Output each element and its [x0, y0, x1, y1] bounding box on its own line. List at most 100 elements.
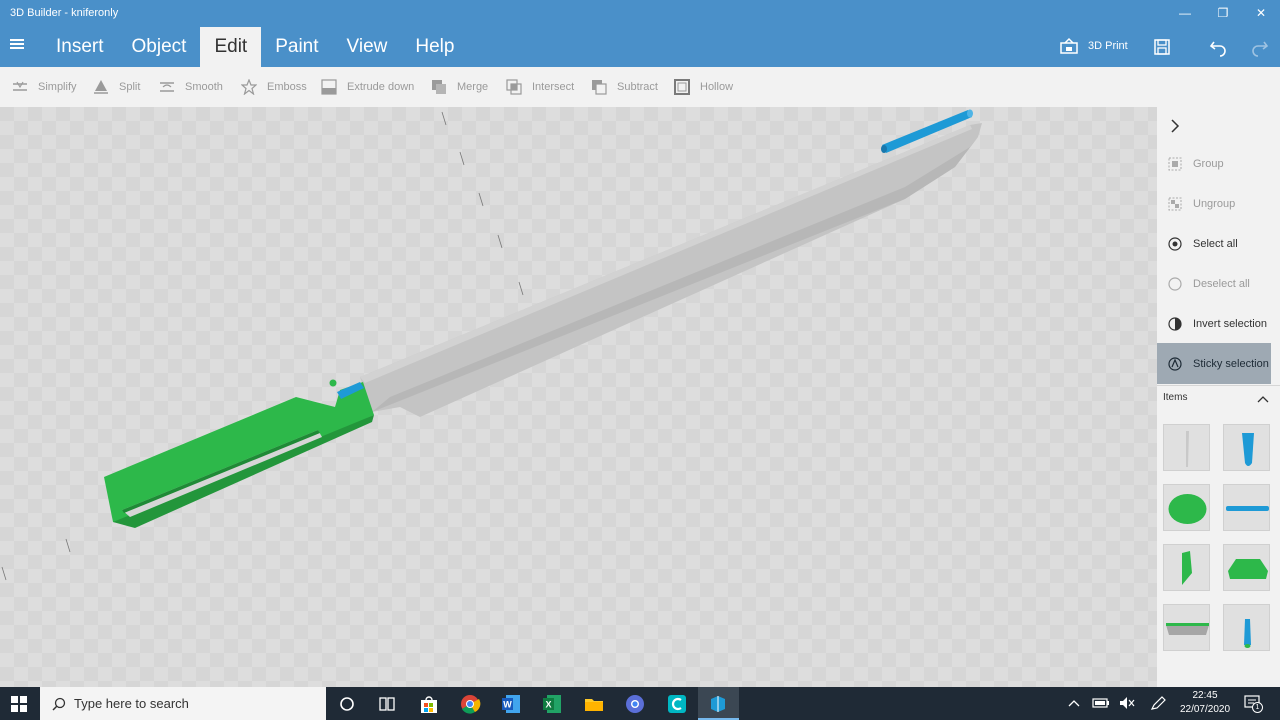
blade-thumb-icon [1186, 431, 1189, 467]
main-menu: Insert Object Edit Paint View Help [42, 27, 468, 67]
menu-insert[interactable]: Insert [42, 27, 118, 67]
select-all-icon [1168, 237, 1182, 251]
taskbar-search-box[interactable]: Type here to search [40, 687, 326, 720]
task-view-icon[interactable] [376, 693, 398, 715]
windows-taskbar: Type here to search W X 22:45 22/07/2020… [0, 687, 1280, 720]
svg-text:W: W [503, 700, 512, 710]
merge-button[interactable]: Merge [431, 79, 488, 95]
deselect-all-button[interactable]: Deselect all [1157, 264, 1280, 304]
smooth-label: Smooth [185, 81, 223, 93]
subtract-label: Subtract [617, 81, 658, 93]
group-icon [1168, 157, 1182, 171]
blue-cap-thumb-icon [1242, 433, 1254, 466]
chrome-profile-icon[interactable] [624, 693, 646, 715]
items-heading: Items [1163, 392, 1188, 403]
3d-viewport[interactable] [0, 107, 1157, 687]
search-icon [52, 697, 66, 711]
menu-help[interactable]: Help [401, 27, 468, 67]
select-all-label: Select all [1193, 238, 1238, 250]
simplify-icon [13, 81, 27, 91]
menu-paint[interactable]: Paint [261, 27, 332, 67]
select-all-button[interactable]: Select all [1157, 224, 1280, 264]
excel-icon[interactable]: X [541, 693, 563, 715]
deselect-all-icon [1168, 277, 1182, 291]
item-thumbnail-green-block[interactable] [1223, 544, 1270, 591]
undo-icon[interactable] [1208, 37, 1228, 57]
microsoft-store-icon[interactable] [418, 693, 440, 715]
save-icon[interactable] [1152, 37, 1172, 57]
menu-view[interactable]: View [333, 27, 402, 67]
emboss-label: Emboss [267, 81, 307, 93]
3d-print-label: 3D Print [1088, 40, 1128, 52]
item-thumbnail-blue-cap[interactable] [1223, 424, 1270, 471]
emboss-button[interactable]: Emboss [241, 79, 307, 95]
extrude-down-button[interactable]: Extrude down [321, 79, 414, 95]
printer-3d-icon [1060, 37, 1078, 54]
sticky-selection-label: Sticky selection [1193, 357, 1269, 370]
smooth-icon [160, 82, 174, 92]
maximize-button[interactable]: ❐ [1204, 0, 1242, 27]
extrude-down-label: Extrude down [347, 81, 415, 93]
window-title: 3D Builder - kniferonly [10, 7, 119, 19]
group-label: Group [1193, 158, 1224, 170]
ungroup-button[interactable]: Ungroup [1157, 184, 1280, 224]
item-thumbnail-blade[interactable] [1163, 424, 1210, 471]
system-clock[interactable]: 22:45 22/07/2020 [1172, 689, 1238, 717]
pen-workspace-icon[interactable] [1150, 696, 1166, 710]
action-center-button[interactable]: 1 [1244, 695, 1263, 713]
ungroup-label: Ungroup [1193, 198, 1236, 210]
intersect-label: Intersect [532, 81, 575, 93]
sticky-selection-button[interactable]: Sticky selection [1157, 343, 1271, 384]
simplify-button[interactable]: Simplify [12, 79, 77, 95]
green-handle-model[interactable] [104, 382, 374, 528]
group-button[interactable]: Group [1157, 144, 1280, 184]
deselect-all-label: Deselect all [1193, 278, 1250, 290]
item-thumbnail-blue-rod[interactable] [1223, 484, 1270, 531]
clock-time: 22:45 [1192, 690, 1218, 701]
split-button[interactable]: Split [93, 79, 140, 95]
star-icon [241, 79, 257, 95]
smooth-button[interactable]: Smooth [159, 79, 223, 95]
close-button[interactable]: ✕ [1242, 0, 1280, 27]
3d-print-button[interactable]: 3D Print [1060, 37, 1128, 55]
redo-icon[interactable] [1250, 37, 1270, 57]
hollow-label: Hollow [700, 81, 734, 93]
volume-muted-icon[interactable] [1119, 696, 1135, 710]
cortana-icon[interactable] [336, 693, 358, 715]
intersect-button[interactable]: Intersect [506, 79, 574, 95]
hollow-button[interactable]: Hollow [674, 79, 733, 95]
blade-model[interactable] [360, 123, 982, 417]
blue-rod-thumb-icon [1226, 506, 1269, 511]
invert-selection-icon [1168, 317, 1182, 331]
scene [1, 109, 982, 581]
battery-icon[interactable] [1092, 697, 1110, 709]
hamburger-menu-icon[interactable] [8, 37, 28, 57]
windows-start-icon[interactable] [11, 696, 27, 712]
item-thumbnail-blue-pin[interactable] [1223, 604, 1270, 651]
chevron-up-icon[interactable] [1257, 395, 1269, 403]
file-explorer-icon[interactable] [583, 693, 605, 715]
merge-icon [432, 80, 446, 94]
menu-object[interactable]: Object [118, 27, 201, 67]
sticky-selection-icon [1168, 356, 1182, 371]
green-handle-thumb-icon [1182, 551, 1192, 585]
minimize-button[interactable]: — [1166, 0, 1204, 27]
grey-base-thumb-icon [1166, 623, 1209, 635]
taskbar-active-app[interactable] [698, 687, 739, 720]
3d-builder-icon [711, 696, 725, 712]
item-thumbnail-green-handle[interactable] [1163, 544, 1210, 591]
intersect-icon [506, 79, 522, 95]
item-thumbnail-green-disc[interactable] [1163, 484, 1210, 531]
panel-divider [1157, 385, 1280, 386]
menu-edit[interactable]: Edit [200, 27, 262, 67]
invert-selection-button[interactable]: Invert selection [1157, 304, 1280, 344]
chrome-icon[interactable] [459, 693, 481, 715]
subtract-button[interactable]: Subtract [591, 79, 658, 95]
cortana-app-icon[interactable] [666, 693, 688, 715]
chevron-up-icon[interactable] [1068, 699, 1080, 707]
chevron-right-icon[interactable] [1169, 119, 1181, 133]
green-disc-thumb-icon [1168, 494, 1207, 524]
invert-selection-label: Invert selection [1193, 318, 1267, 330]
item-thumbnail-grey-base[interactable] [1163, 604, 1210, 651]
word-icon[interactable]: W [500, 693, 522, 715]
